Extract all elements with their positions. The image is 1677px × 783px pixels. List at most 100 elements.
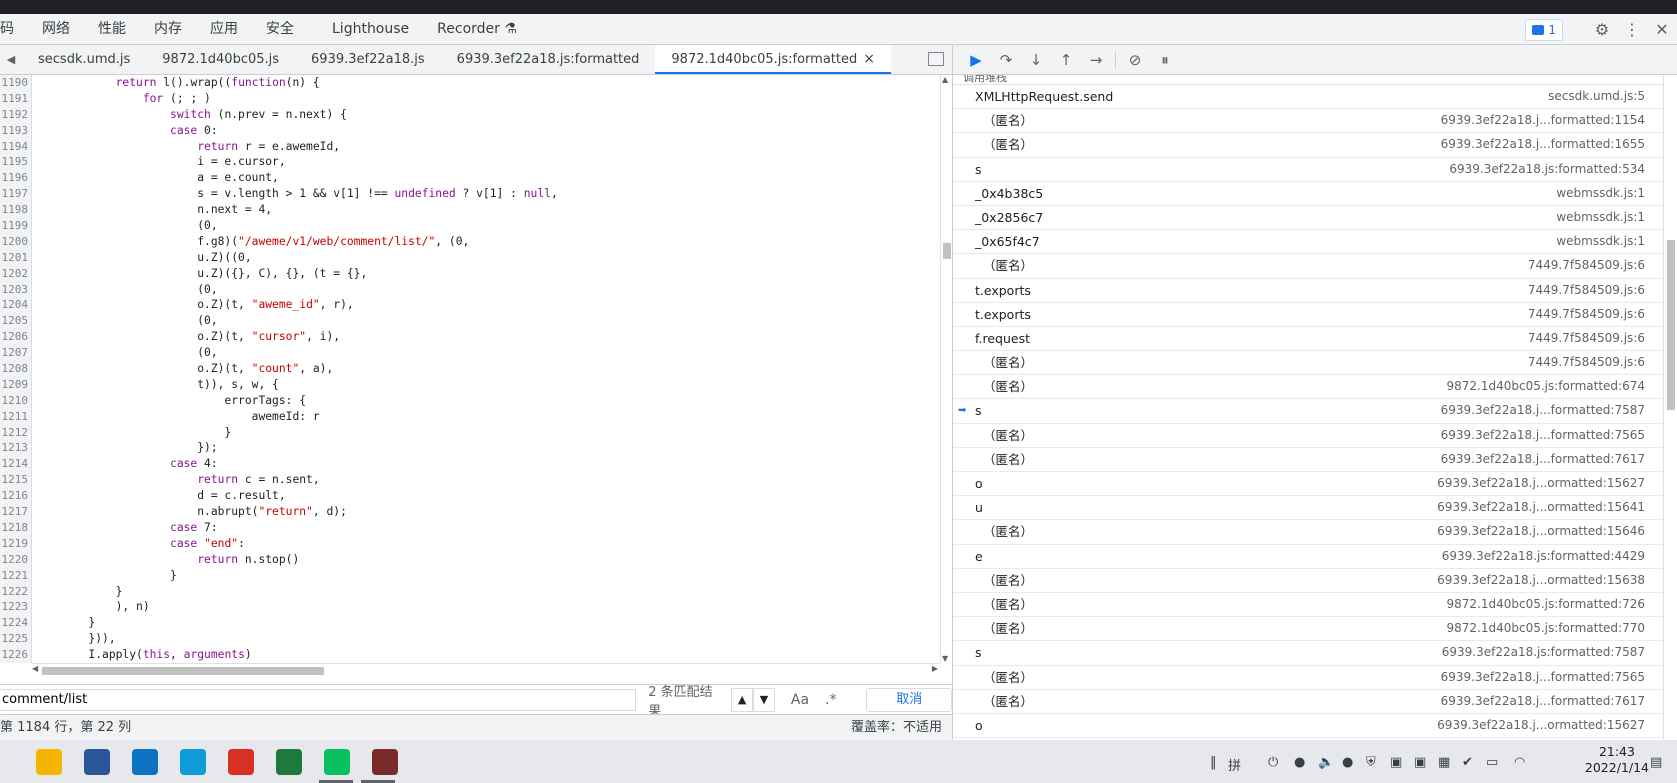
- line-number[interactable]: 1196: [0, 170, 29, 186]
- call-frame[interactable]: f.request 7449.7f584509.js:6: [953, 327, 1663, 352]
- notification-icon[interactable]: ▤: [1650, 755, 1662, 770]
- call-frame[interactable]: o 6939.3ef22a18.j...ormatted:15627: [953, 472, 1663, 497]
- call-frame[interactable]: （匿名） 7449.7f584509.js:6: [953, 254, 1663, 279]
- close-devtools-icon[interactable]: ✕: [1647, 20, 1677, 39]
- nvidia-icon[interactable]: ▦: [1438, 755, 1450, 770]
- wifi-icon[interactable]: ◠: [1514, 755, 1525, 770]
- line-number[interactable]: 1190: [0, 75, 29, 91]
- line-number[interactable]: 1192: [0, 107, 29, 123]
- editor-horizontal-scrollbar[interactable]: ◀ ▶: [32, 663, 940, 677]
- power-icon[interactable]: ⏻: [1268, 755, 1278, 770]
- scroll-left-arrow-icon[interactable]: ◀: [32, 664, 38, 673]
- line-number[interactable]: 1215: [0, 472, 29, 488]
- pause-on-exceptions-icon[interactable]: ⏸: [1150, 51, 1180, 69]
- call-frame[interactable]: XMLHttpRequest.send secsdk.umd.js:5: [953, 85, 1663, 110]
- call-frame[interactable]: （匿名） 6939.3ef22a18.j...formatted:7617: [953, 448, 1663, 472]
- volume-icon[interactable]: 🔈: [1318, 755, 1334, 770]
- panel-tab[interactable]: 内存: [140, 14, 196, 45]
- call-frame[interactable]: （匿名） 9872.1d40bc05.js:formatted:726: [953, 593, 1663, 618]
- app-tray-icon[interactable]: ▣: [1390, 755, 1402, 770]
- call-frame[interactable]: （匿名） 6939.3ef22a18.j...formatted:7565: [953, 424, 1663, 448]
- line-number[interactable]: 1212: [0, 425, 29, 441]
- panel-tab[interactable]: Recorder ⚗: [423, 14, 531, 45]
- deactivate-breakpoints-icon[interactable]: ⊘: [1120, 51, 1150, 69]
- call-frame[interactable]: （匿名） 6939.3ef22a18.j...ormatted:15646: [953, 520, 1663, 545]
- line-number[interactable]: 1216: [0, 488, 29, 504]
- line-number[interactable]: 1194: [0, 139, 29, 155]
- line-number[interactable]: 1219: [0, 536, 29, 552]
- scrollbar-thumb[interactable]: [1667, 240, 1675, 410]
- youdao-icon[interactable]: [228, 749, 254, 775]
- file-tab[interactable]: secsdk.umd.js: [22, 45, 146, 74]
- call-frame[interactable]: （匿名） 6939.3ef22a18.j...ormatted:15638: [953, 569, 1663, 593]
- code-editor[interactable]: 1190 return l().wrap((function(n) {1191 …: [0, 75, 940, 663]
- line-number[interactable]: 1225: [0, 631, 29, 647]
- file-explorer-icon[interactable]: [36, 749, 62, 775]
- line-number[interactable]: 1199: [0, 218, 29, 234]
- step-over-icon[interactable]: ↷: [991, 51, 1021, 69]
- toggle-debugger-icon[interactable]: [928, 52, 944, 66]
- game-icon[interactable]: [372, 749, 398, 775]
- resume-icon[interactable]: ▶: [961, 51, 991, 69]
- close-tab-icon[interactable]: ×: [863, 51, 875, 67]
- line-number[interactable]: 1218: [0, 520, 29, 536]
- line-number[interactable]: 1203: [0, 282, 29, 298]
- toggle-navigator-icon[interactable]: ◀: [0, 53, 22, 66]
- call-frame[interactable]: （匿名） 9872.1d40bc05.js:formatted:770: [953, 617, 1663, 642]
- regex-toggle[interactable]: .*: [825, 692, 836, 708]
- line-number[interactable]: 1204: [0, 297, 29, 313]
- scrollbar-thumb[interactable]: [42, 667, 324, 675]
- line-number[interactable]: 1209: [0, 377, 29, 393]
- line-number[interactable]: 1191: [0, 91, 29, 107]
- line-number[interactable]: 1198: [0, 202, 29, 218]
- call-frame[interactable]: （匿名） 6939.3ef22a18.j...formatted:1655: [953, 133, 1663, 158]
- step-into-icon[interactable]: ↓: [1021, 51, 1051, 69]
- panel-tab[interactable]: 应用: [196, 14, 252, 45]
- next-match-button[interactable]: ▼: [753, 687, 775, 712]
- line-number[interactable]: 1201: [0, 250, 29, 266]
- file-tab[interactable]: 9872.1d40bc05.js:formatted ×: [655, 45, 891, 74]
- call-frame[interactable]: _0x4b38c5 webmssdk.js:1: [953, 182, 1663, 206]
- scrollbar-thumb[interactable]: [943, 243, 951, 259]
- line-number[interactable]: 1211: [0, 409, 29, 425]
- store-icon[interactable]: [84, 749, 110, 775]
- line-number[interactable]: 1214: [0, 456, 29, 472]
- call-frame[interactable]: ➡ s 6939.3ef22a18.j...formatted:7587: [953, 399, 1663, 424]
- call-frame[interactable]: s 6939.3ef22a18.js:formatted:534: [953, 158, 1663, 182]
- app-tray-icon[interactable]: ▣: [1414, 755, 1426, 770]
- line-number[interactable]: 1205: [0, 313, 29, 329]
- file-tab[interactable]: 6939.3ef22a18.js:formatted: [441, 45, 656, 74]
- scroll-down-arrow-icon[interactable]: ▼: [942, 654, 948, 663]
- line-number[interactable]: 1202: [0, 266, 29, 282]
- panel-tab[interactable]: Lighthouse: [318, 14, 423, 45]
- line-number[interactable]: 1206: [0, 329, 29, 345]
- line-number[interactable]: 1217: [0, 504, 29, 520]
- call-frame[interactable]: e 6939.3ef22a18.js:formatted:4429: [953, 545, 1663, 569]
- line-number[interactable]: 1208: [0, 361, 29, 377]
- call-frame[interactable]: u 6939.3ef22a18.j...ormatted:15641: [953, 496, 1663, 521]
- ime-indicator[interactable]: 拼: [1228, 755, 1241, 774]
- call-frame[interactable]: o 6939.3ef22a18.j...ormatted:15627: [953, 714, 1663, 739]
- panel-tab[interactable]: 安全: [252, 14, 308, 45]
- call-frame[interactable]: （匿名） 7449.7f584509.js:6: [953, 351, 1663, 376]
- panel-tab[interactable]: 码: [0, 14, 28, 45]
- panel-tab[interactable]: 性能: [84, 14, 140, 45]
- line-number[interactable]: 1195: [0, 154, 29, 170]
- qq-icon[interactable]: ●: [1294, 755, 1305, 770]
- scroll-right-arrow-icon[interactable]: ▶: [932, 664, 938, 673]
- call-frame[interactable]: （匿名） 9872.1d40bc05.js:formatted:674: [953, 375, 1663, 400]
- match-case-toggle[interactable]: Aa: [791, 692, 809, 708]
- checkmark-icon[interactable]: ✔: [1462, 755, 1473, 770]
- pycharm-icon[interactable]: [276, 749, 302, 775]
- call-frame[interactable]: （匿名） 6939.3ef22a18.j...formatted:7565: [953, 666, 1663, 690]
- scroll-up-arrow-icon[interactable]: ▲: [942, 75, 948, 84]
- call-frame[interactable]: t.exports 7449.7f584509.js:6: [953, 279, 1663, 303]
- issues-button[interactable]: 1: [1525, 18, 1563, 41]
- shield-icon[interactable]: ⛨: [1366, 755, 1376, 770]
- file-tab[interactable]: 6939.3ef22a18.js: [295, 45, 441, 74]
- line-number[interactable]: 1200: [0, 234, 29, 250]
- more-options-icon[interactable]: ⋮: [1617, 20, 1647, 39]
- call-stack-header[interactable]: 调用堆栈: [953, 75, 1663, 85]
- line-number[interactable]: 1207: [0, 345, 29, 361]
- panel-tab[interactable]: 网络: [28, 14, 84, 45]
